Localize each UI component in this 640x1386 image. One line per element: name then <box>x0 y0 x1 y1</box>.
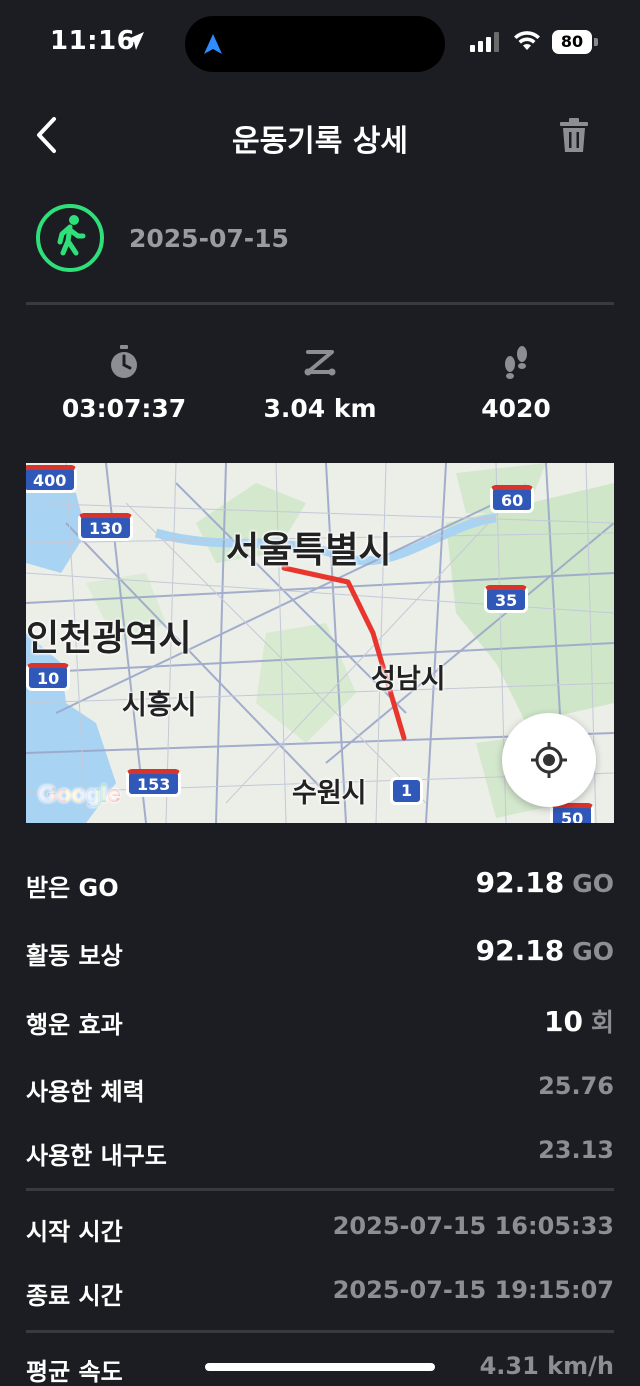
activity-reward-label: 활동 보상 <box>26 942 123 970</box>
stamina-used-value: 25.76 <box>538 1072 614 1100</box>
header: 운동기록 상세 <box>0 100 640 170</box>
activity-date: 2025-07-15 <box>129 224 289 253</box>
received-go-value: 92.18 GO <box>475 866 614 899</box>
location-arrow-icon <box>126 32 144 50</box>
my-location-button[interactable] <box>502 713 596 807</box>
status-bar: 11:16 80 <box>0 0 640 88</box>
home-indicator[interactable] <box>205 1363 435 1371</box>
signal-icon <box>470 32 499 52</box>
detail-durability-used: 사용한 내구도 23.13 <box>26 1128 614 1178</box>
luck-effect-label: 행운 효과 <box>26 1011 123 1039</box>
detail-activity-reward: 활동 보상 92.18 GO <box>26 928 614 978</box>
divider <box>26 302 614 305</box>
activity-reward-value: 92.18 GO <box>475 934 614 967</box>
end-time-label: 종료 시간 <box>26 1282 123 1310</box>
divider <box>26 1330 614 1333</box>
avg-speed-label: 평균 속도 <box>26 1358 123 1386</box>
luck-effect-value: 10 회 <box>544 1005 614 1038</box>
highway-shield-35: 35 <box>484 585 529 613</box>
delete-button[interactable] <box>554 114 594 156</box>
stat-distance: 3.04 km <box>222 340 418 440</box>
start-time-value: 2025-07-15 16:05:33 <box>332 1212 614 1240</box>
battery-level: 80 <box>552 30 592 54</box>
footsteps-icon <box>505 346 527 379</box>
detail-luck-effect: 행운 효과 10 회 <box>26 997 614 1047</box>
stats-row: 03:07:37 3.04 km 4020 <box>26 340 614 440</box>
end-time-value: 2025-07-15 19:15:07 <box>332 1276 614 1304</box>
route-map[interactable]: 서울특별시 인천광역시 시흥시 성남시 수원시 400 130 60 35 10… <box>26 463 614 823</box>
detail-stamina-used: 사용한 체력 25.76 <box>26 1064 614 1114</box>
highway-shield-60: 60 <box>490 485 535 513</box>
highway-shield-10: 10 <box>26 663 71 691</box>
walking-icon <box>36 204 104 272</box>
map-label-seongnam: 성남시 <box>371 664 446 695</box>
duration-value: 03:07:37 <box>61 394 187 423</box>
detail-received-go: 받은 GO 92.18 GO <box>26 860 614 910</box>
distance-value: 3.04 km <box>263 394 377 423</box>
stamina-used-label: 사용한 체력 <box>26 1078 145 1106</box>
wifi-icon <box>514 31 540 50</box>
durability-used-label: 사용한 내구도 <box>26 1142 167 1170</box>
durability-used-value: 23.13 <box>538 1136 614 1164</box>
battery-tip <box>594 38 598 46</box>
highway-shield-130: 130 <box>78 513 134 541</box>
avg-speed-value: 4.31 km/h <box>479 1352 614 1380</box>
map-label-seoul: 서울특별시 <box>226 530 392 571</box>
stat-duration: 03:07:37 <box>26 340 222 440</box>
highway-shield-153: 153 <box>126 769 182 797</box>
steps-value: 4020 <box>481 394 551 423</box>
battery-indicator: 80 <box>552 30 598 54</box>
dynamic-island <box>185 16 445 72</box>
google-logo: Google <box>38 781 121 808</box>
detail-start-time: 시작 시간 2025-07-15 16:05:33 <box>26 1204 614 1254</box>
divider <box>26 1188 614 1191</box>
detail-end-time: 종료 시간 2025-07-15 19:15:07 <box>26 1268 614 1318</box>
status-time: 11:16 <box>50 26 136 56</box>
stopwatch-icon <box>111 345 137 378</box>
page-title: 운동기록 상세 <box>231 124 409 159</box>
map-label-suwon: 수원시 <box>292 778 367 809</box>
highway-shield-400: 400 <box>26 465 78 493</box>
activity-summary: 2025-07-15 <box>26 200 614 282</box>
route-icon <box>304 350 336 376</box>
stat-steps: 4020 <box>418 340 614 440</box>
map-label-siheung: 시흥시 <box>122 690 197 721</box>
highway-shield-1: 1 <box>390 777 424 805</box>
navigation-icon <box>204 34 222 54</box>
received-go-label: 받은 GO <box>26 874 119 902</box>
start-time-label: 시작 시간 <box>26 1218 123 1246</box>
crosshair-icon <box>531 742 567 778</box>
map-label-incheon: 인천광역시 <box>26 618 192 659</box>
